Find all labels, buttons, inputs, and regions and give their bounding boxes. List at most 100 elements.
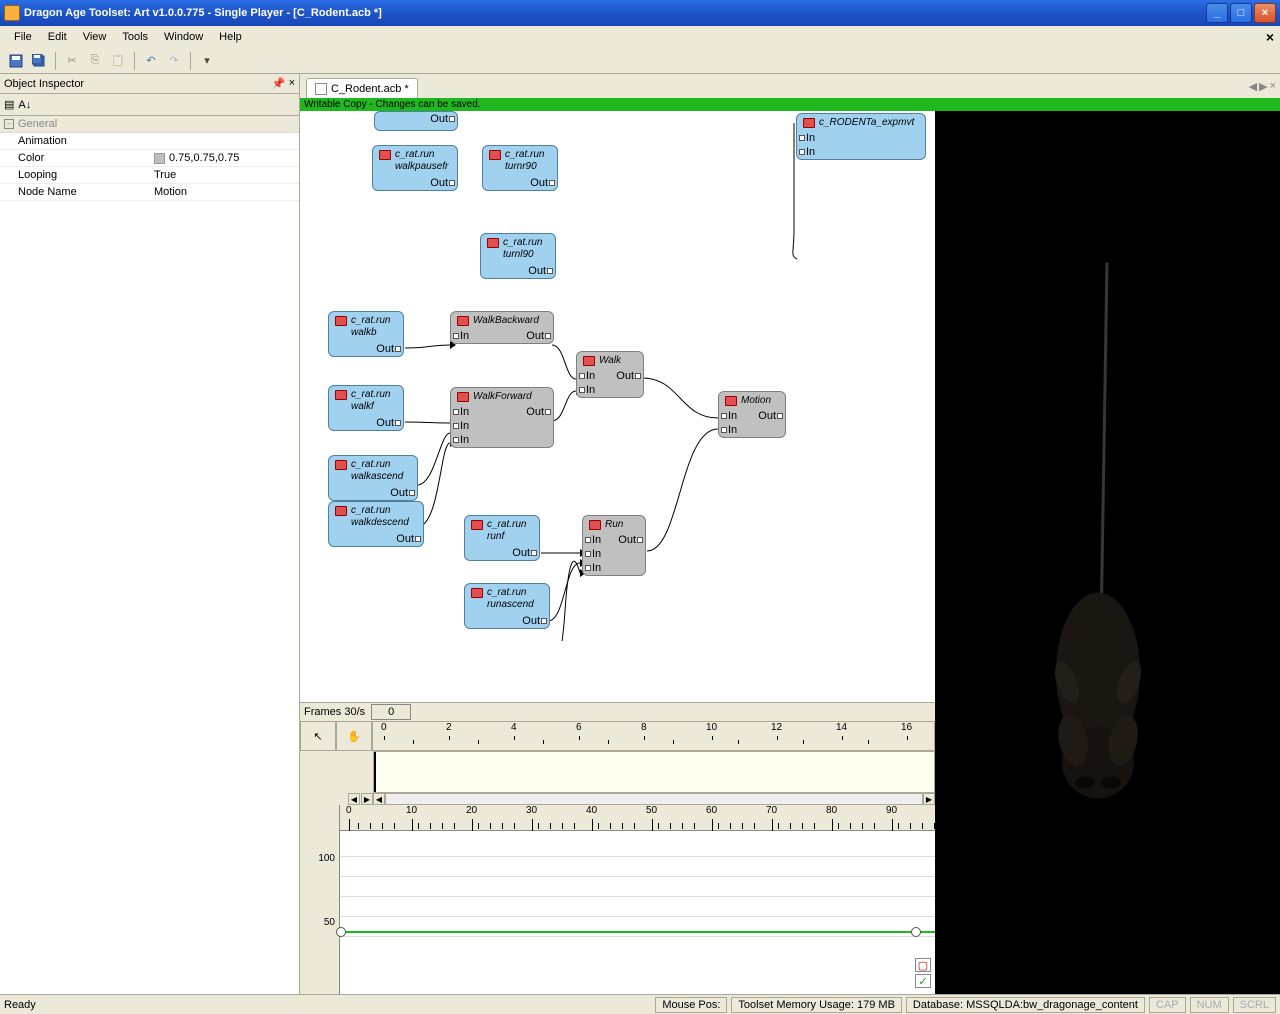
- tab-crodent[interactable]: C_Rodent.acb *: [306, 78, 418, 98]
- collapse-icon[interactable]: −: [4, 119, 14, 129]
- menu-window[interactable]: Window: [156, 29, 211, 45]
- timeline-track[interactable]: [373, 751, 935, 793]
- toolbar: ✂ ⎘ 📋 ↶ ↷ ▾: [0, 48, 1280, 74]
- blend-icon: [589, 520, 601, 530]
- menu-bar: File Edit View Tools Window Help ×: [0, 26, 1280, 48]
- anim-icon: [489, 150, 501, 160]
- minimize-button[interactable]: _: [1206, 3, 1228, 23]
- node-walkascend[interactable]: c_rat.run walkascend Out: [328, 455, 418, 501]
- blend-icon: [583, 356, 595, 366]
- status-scrl: SCRL: [1233, 997, 1276, 1013]
- status-mouse: Mouse Pos:: [655, 997, 727, 1013]
- status-bar: Ready Mouse Pos: Toolset Memory Usage: 1…: [0, 994, 1280, 1014]
- color-swatch: [154, 153, 165, 164]
- blend-icon: [725, 396, 737, 406]
- cut-icon[interactable]: ✂: [62, 51, 82, 71]
- node-walkdescend[interactable]: c_rat.run walkdescend Out: [328, 501, 424, 547]
- undo-icon[interactable]: ↶: [141, 51, 161, 71]
- tab-close-icon[interactable]: ×: [1270, 80, 1276, 93]
- node-walk[interactable]: Walk InOut In: [576, 351, 644, 398]
- prop-color[interactable]: Color 0.75,0.75,0.75: [0, 150, 299, 167]
- curve-graph[interactable]: 100 50 0102030405060708090: [300, 805, 935, 994]
- 3d-preview[interactable]: [935, 111, 1280, 994]
- copy-icon[interactable]: ⎘: [85, 51, 105, 71]
- status-ready: Ready: [4, 999, 36, 1011]
- toggle-red[interactable]: ▢: [915, 958, 931, 972]
- node-walkpausefr[interactable]: c_rat.run walkpausefr Out: [372, 145, 458, 191]
- status-memory: Toolset Memory Usage: 179 MB: [731, 997, 902, 1013]
- node-expmvt[interactable]: c_RODENTa_expmvt In In: [796, 113, 926, 160]
- maximize-button[interactable]: □: [1230, 3, 1252, 23]
- node-turnr90[interactable]: c_rat.run turnr90 Out: [482, 145, 558, 191]
- node-run[interactable]: Run InOut In In: [582, 515, 646, 576]
- blend-icon: [457, 316, 469, 326]
- scroll-right-icon[interactable]: ▶: [361, 793, 373, 805]
- anim-icon: [487, 238, 499, 248]
- anim-icon: [379, 150, 391, 160]
- select-tool[interactable]: ↖: [300, 721, 336, 751]
- hscroll-bar[interactable]: [385, 793, 923, 805]
- node-motion[interactable]: Motion InOut In: [718, 391, 786, 438]
- prop-looping[interactable]: Looping True: [0, 167, 299, 184]
- graph-ruler[interactable]: 0102030405060708090: [340, 805, 935, 831]
- status-cap: CAP: [1149, 997, 1186, 1013]
- anim-icon: [335, 460, 347, 470]
- menu-file[interactable]: File: [6, 29, 40, 45]
- node-runf[interactable]: c_rat.run runf Out: [464, 515, 540, 561]
- save-all-icon[interactable]: [29, 51, 49, 71]
- timeline-ruler-1[interactable]: 0246810121416: [372, 721, 935, 751]
- new-icon[interactable]: ▾: [197, 51, 217, 71]
- category-general[interactable]: − General: [0, 116, 299, 133]
- paste-icon[interactable]: 📋: [108, 51, 128, 71]
- menu-tools[interactable]: Tools: [114, 29, 156, 45]
- node-walkbackward[interactable]: WalkBackward InOut: [450, 311, 554, 344]
- toggle-green[interactable]: ✓: [915, 974, 931, 988]
- node-runascend[interactable]: c_rat.run runascend Out: [464, 583, 550, 629]
- panel-close-icon[interactable]: ×: [289, 77, 295, 90]
- pin-icon[interactable]: 📌: [272, 77, 286, 90]
- curve-handle-end[interactable]: [911, 927, 921, 937]
- prop-nodename[interactable]: Node Name Motion: [0, 184, 299, 201]
- close-button[interactable]: ×: [1254, 3, 1276, 23]
- pan-tool[interactable]: ✋: [336, 721, 372, 751]
- tab-next-icon[interactable]: ▶: [1259, 80, 1267, 93]
- node-canvas[interactable]: Out c_rat.run walkpausefr Out c_rat.run …: [300, 111, 935, 702]
- writable-status: Writable Copy - Changes can be saved.: [300, 98, 1280, 111]
- sort-icon[interactable]: A↓: [18, 99, 31, 111]
- curve-line[interactable]: [340, 931, 935, 933]
- anim-icon: [471, 588, 483, 598]
- hscroll-right-icon[interactable]: ▶: [923, 793, 935, 805]
- menu-help[interactable]: Help: [211, 29, 250, 45]
- tab-prev-icon[interactable]: ◀: [1249, 80, 1257, 93]
- status-num: NUM: [1190, 997, 1229, 1013]
- anim-icon: [803, 118, 815, 128]
- title-bar: Dragon Age Toolset: Art v1.0.0.775 - Sin…: [0, 0, 1280, 26]
- object-inspector-panel: Object Inspector 📌 × ▤ A↓ − General Anim…: [0, 74, 300, 994]
- node-turnl90[interactable]: c_rat.run turnl90 Out: [480, 233, 556, 279]
- menu-view[interactable]: View: [75, 29, 115, 45]
- anim-icon: [335, 390, 347, 400]
- hscroll-left-icon[interactable]: ◀: [373, 793, 385, 805]
- menu-edit[interactable]: Edit: [40, 29, 75, 45]
- blend-icon: [457, 392, 469, 402]
- anim-icon: [335, 506, 347, 516]
- app-icon: [4, 5, 20, 21]
- current-frame[interactable]: 0: [371, 704, 411, 720]
- frames-label: Frames 30/s: [304, 706, 365, 718]
- mdi-close-icon[interactable]: ×: [1266, 29, 1274, 45]
- save-icon[interactable]: [6, 51, 26, 71]
- node-walkb[interactable]: c_rat.run walkb Out: [328, 311, 404, 357]
- playhead[interactable]: [374, 752, 376, 792]
- redo-icon[interactable]: ↷: [164, 51, 184, 71]
- node-walkforward[interactable]: WalkForward InOut In In: [450, 387, 554, 448]
- title-text: Dragon Age Toolset: Art v1.0.0.775 - Sin…: [24, 7, 1206, 19]
- document-icon: [315, 83, 327, 95]
- prop-animation[interactable]: Animation: [0, 133, 299, 150]
- node-walkf[interactable]: c_rat.run walkf Out: [328, 385, 404, 431]
- node-top-anim[interactable]: Out: [374, 111, 458, 131]
- curve-handle-start[interactable]: [336, 927, 346, 937]
- categorize-icon[interactable]: ▤: [4, 98, 14, 111]
- scroll-left-icon[interactable]: ◀: [348, 793, 360, 805]
- inspector-title: Object Inspector: [4, 78, 272, 90]
- status-database: Database: MSSQLDA:bw_dragonage_content: [906, 997, 1145, 1013]
